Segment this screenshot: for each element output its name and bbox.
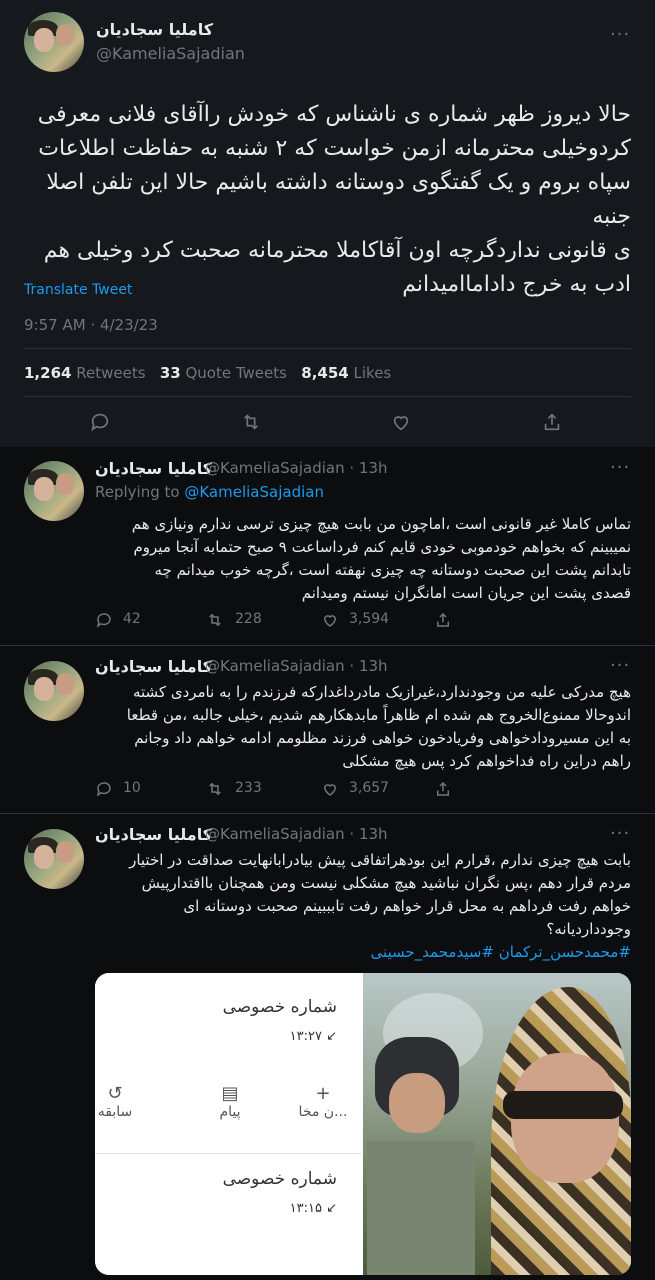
reply-line: قصدی پشت این جریان است امانگران نیستم وم… xyxy=(301,584,631,602)
reply-author-handle: @KameliaSajadian · 13h xyxy=(205,459,388,477)
like-count: 3,594 xyxy=(349,611,390,627)
add-contact-action[interactable]: + ن مخا... xyxy=(283,1083,363,1120)
reply-text: تماس کاملا غیر قانونی است ،اماچون من باب… xyxy=(95,513,631,605)
divider xyxy=(95,1153,361,1154)
main-tweet: کاملیا سجادیان @KameliaSajadian ··· حالا… xyxy=(0,0,655,447)
call-time-top: ۱۳:۲۷ ↙ xyxy=(289,1029,337,1044)
like-icon[interactable] xyxy=(390,411,412,433)
author-handle[interactable]: @KameliaSajadian xyxy=(96,44,245,63)
reply-line: اندوحالا ممنوع‌الخروج هم شده ام ظاهراً م… xyxy=(126,706,631,724)
reply-author-handle: @KameliaSajadian · 13h xyxy=(205,825,388,843)
tweet-timestamp[interactable]: 9:57 AM · 4/23/23 xyxy=(24,316,158,334)
tweet-stats: 1,264 Retweets 33 Quote Tweets 8,454 Lik… xyxy=(24,364,391,382)
reply-line: تماس کاملا غیر قانونی است ،اماچون من باب… xyxy=(131,515,631,533)
reply-line: وجوددارد‌یانه؟ xyxy=(546,920,631,938)
reply-count: 10 xyxy=(123,780,141,796)
tweet-line: ی قانونی ندارد‌گرچه اون آقاکاملا محترمان… xyxy=(43,238,631,263)
reply-avatar[interactable] xyxy=(24,461,84,521)
translate-tweet-link[interactable]: Translate Tweet xyxy=(24,282,132,298)
tweet-line: کردوخیلی محترمانه ازمن خواست که ۲ شنبه ب… xyxy=(38,136,631,161)
call-log-screenshot[interactable]: شماره خصوصی ۱۳:۲۷ ↙ ↺ سابقه ▤ پیام + ن م… xyxy=(95,973,361,1275)
selfie-photo[interactable] xyxy=(363,973,631,1275)
divider xyxy=(24,396,631,397)
reply-avatar[interactable] xyxy=(24,829,84,889)
retweet-icon[interactable] xyxy=(206,780,224,798)
reply-text: بابت هیچ چیزی ندارم ،قرارم این بودهراتفا… xyxy=(95,849,631,964)
call-history-action[interactable]: ↺ سابقه xyxy=(95,1083,135,1120)
divider xyxy=(0,813,655,814)
share-icon[interactable] xyxy=(434,780,452,798)
reply-line: هیچ مدرکی علیه من وجودندارد،غیرازیک مادر… xyxy=(132,683,631,701)
retweet-icon[interactable] xyxy=(240,411,262,433)
ellipsis-icon[interactable]: ··· xyxy=(610,655,630,676)
like-count: 3,657 xyxy=(349,780,390,796)
replying-to: Replying to @KameliaSajadian xyxy=(95,483,324,501)
ellipsis-icon[interactable]: ··· xyxy=(610,457,630,478)
reply-icon[interactable] xyxy=(89,411,111,433)
reply-line: به این مسیرودادخواهی وفریادخون خواهی فرز… xyxy=(134,729,631,747)
history-icon: ↺ xyxy=(107,1083,123,1104)
reply-line: خواهم رفت فرداهم به محل قرار خواهم رفت ت… xyxy=(183,897,631,915)
replying-to-handle[interactable]: @KameliaSajadian xyxy=(184,483,324,501)
share-icon[interactable] xyxy=(434,611,452,629)
reply-line: راهم دراین راه فداخواهم کرد پس هیچ مشکلی xyxy=(342,752,631,770)
ellipsis-icon[interactable]: ··· xyxy=(610,24,630,45)
reply-author-handle: @KameliaSajadian · 13h xyxy=(205,657,388,675)
call-time-bottom: ۱۳:۱۵ ↙ xyxy=(289,1201,337,1216)
media-card[interactable]: شماره خصوصی ۱۳:۲۷ ↙ ↺ سابقه ▤ پیام + ن م… xyxy=(95,973,631,1275)
call-title-bottom: شماره خصوصی xyxy=(222,1169,337,1189)
reply-author-name[interactable]: کاملیا سجادیان xyxy=(95,825,212,844)
call-title-top: شماره خصوصی xyxy=(222,997,337,1017)
like-icon[interactable] xyxy=(321,611,339,629)
divider xyxy=(0,645,655,646)
reply-icon[interactable] xyxy=(95,780,113,798)
reply-text: هیچ مدرکی علیه من وجودندارد،غیرازیک مادر… xyxy=(95,681,631,773)
message-action[interactable]: ▤ پیام xyxy=(205,1083,255,1120)
like-icon[interactable] xyxy=(321,780,339,798)
reply-author-name[interactable]: کاملیا سجادیان xyxy=(95,459,212,478)
tweet-line: حالا دیروز ظهر شماره ی ناشناس که خودش را… xyxy=(37,102,631,127)
reply-line: نمیبینم که بخواهم خودموبی خودی قایم کنم … xyxy=(133,538,631,556)
reply-icon[interactable] xyxy=(95,611,113,629)
retweet-count: 228 xyxy=(235,611,262,627)
quote-tweets-stat[interactable]: 33 Quote Tweets xyxy=(160,364,287,382)
message-icon: ▤ xyxy=(221,1083,239,1104)
ellipsis-icon[interactable]: ··· xyxy=(610,823,630,844)
hashtags[interactable]: #محمدحسن_ترکمان #سیدمحمد_حسینی xyxy=(95,941,631,964)
author-name[interactable]: کاملیا سجادیان xyxy=(96,20,213,39)
tweet-text: حالا دیروز ظهر شماره ی ناشناس که خودش را… xyxy=(24,98,631,302)
retweet-count: 233 xyxy=(235,780,262,796)
share-icon[interactable] xyxy=(541,411,563,433)
reply-line: بابت هیچ چیزی ندارم ،قرارم این بودهراتفا… xyxy=(129,851,631,869)
tweet-line: سپاه بروم و یک گفتگوی دوستانه داشته باشی… xyxy=(46,170,631,229)
retweet-icon[interactable] xyxy=(206,611,224,629)
reply-count: 42 xyxy=(123,611,141,627)
reply-author-name[interactable]: کاملیا سجادیان xyxy=(95,657,212,676)
likes-stat[interactable]: 8,454 Likes xyxy=(301,364,391,382)
reply-line: تابدانم پشت این صحبت دوستانه چه چیزی نهف… xyxy=(154,561,632,579)
reply-avatar[interactable] xyxy=(24,661,84,721)
add-contact-icon: + xyxy=(315,1083,331,1104)
reply-line: مردم قرار دهم ،پس نگران نباشید هیچ مشکلی… xyxy=(141,874,631,892)
author-avatar[interactable] xyxy=(24,12,84,72)
divider xyxy=(24,348,631,349)
retweets-stat[interactable]: 1,264 Retweets xyxy=(24,364,146,382)
